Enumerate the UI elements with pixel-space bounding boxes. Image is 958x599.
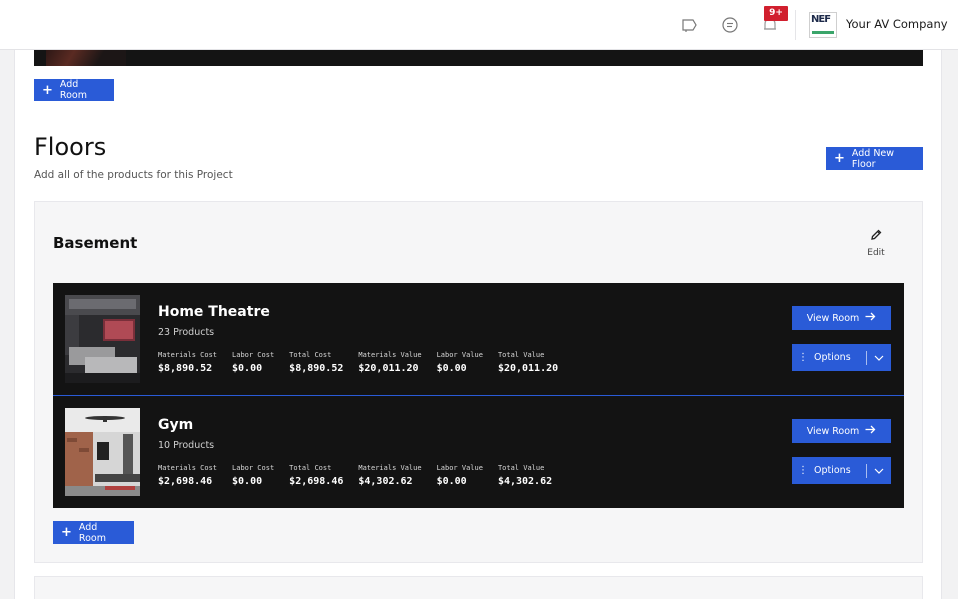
- more-vertical-icon: ⋮: [798, 352, 808, 363]
- notification-badge: 9+: [764, 6, 788, 21]
- more-vertical-icon: ⋮: [798, 465, 808, 476]
- top-bar: 9+ NEF Your AV Company: [0, 0, 958, 50]
- chat-icon[interactable]: [720, 15, 740, 35]
- edit-floor-button[interactable]: Edit: [862, 227, 890, 258]
- room-card: Gym 10 Products Materials Cost $2,698.46 …: [53, 396, 904, 508]
- stat-total-value: Total Value $20,011.20: [497, 351, 559, 374]
- room-title: Home Theatre: [158, 304, 270, 320]
- room-stats: Materials Cost $2,698.46 Labor Cost $0.00 …: [158, 464, 552, 487]
- stat-total-value: Total Value $4,302.62: [497, 464, 553, 487]
- room-image: [65, 408, 140, 496]
- company-logo: NEF: [809, 12, 837, 38]
- stat-labor-cost: Labor Cost $0.00: [232, 351, 275, 374]
- chevron-down-icon[interactable]: [867, 355, 891, 361]
- floors-subtitle: Add all of the products for this Project: [34, 169, 233, 181]
- stat-materials-cost: Materials Cost $2,698.46: [158, 464, 218, 487]
- room-title: Gym: [158, 417, 194, 433]
- stat-total-cost: Total Cost $8,890.52: [289, 351, 344, 374]
- stat-labor-value: Labor Value $0.00: [436, 464, 483, 487]
- view-room-button[interactable]: View Room: [792, 306, 891, 330]
- room-product-count: 10 Products: [158, 440, 215, 451]
- plus-icon: +: [61, 525, 72, 540]
- room-card: Home Theatre 23 Products Materials Cost $…: [53, 283, 904, 395]
- floor-name: Basement: [53, 234, 138, 252]
- header-divider: [795, 10, 796, 40]
- options-button[interactable]: ⋮ Options: [792, 457, 891, 484]
- company-name[interactable]: Your AV Company: [846, 17, 948, 31]
- add-room-button[interactable]: + Add Room: [34, 79, 114, 101]
- stat-labor-cost: Labor Cost $0.00: [232, 464, 275, 487]
- plus-icon: +: [834, 151, 845, 166]
- stat-labor-value: Labor Value $0.00: [436, 351, 483, 374]
- pencil-icon: [869, 227, 883, 246]
- floors-title: Floors: [34, 133, 107, 161]
- room-thumbnail: [46, 50, 126, 66]
- stat-materials-value: Materials Value $20,011.20: [358, 351, 422, 374]
- room-stats: Materials Cost $8,890.52 Labor Cost $0.00 …: [158, 351, 558, 374]
- view-room-button[interactable]: View Room: [792, 419, 891, 443]
- announcement-icon[interactable]: [680, 15, 700, 35]
- add-new-floor-button[interactable]: + Add New Floor: [826, 147, 923, 170]
- arrow-right-icon: [865, 312, 876, 324]
- options-button[interactable]: ⋮ Options: [792, 344, 891, 371]
- room-product-count: 23 Products: [158, 327, 215, 338]
- chevron-down-icon[interactable]: [867, 468, 891, 474]
- previous-room-card: [34, 50, 923, 66]
- add-room-button[interactable]: + Add Room: [53, 521, 134, 544]
- stat-materials-cost: Materials Cost $8,890.52: [158, 351, 218, 374]
- plus-icon: +: [42, 82, 53, 98]
- stat-materials-value: Materials Value $4,302.62: [358, 464, 422, 487]
- room-image: [65, 295, 140, 383]
- stat-total-cost: Total Cost $2,698.46: [289, 464, 344, 487]
- next-floor-panel: [34, 576, 923, 599]
- arrow-right-icon: [865, 425, 876, 437]
